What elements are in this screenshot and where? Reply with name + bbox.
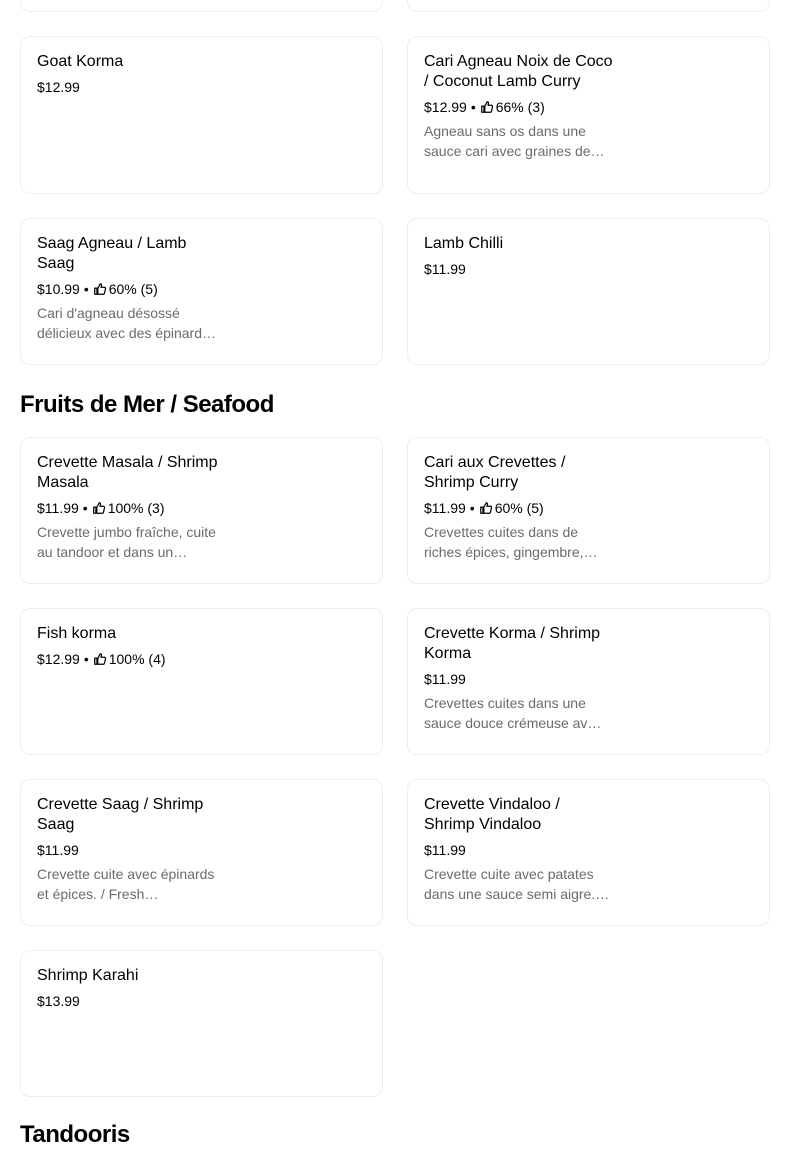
item-meta: $11.99	[424, 259, 753, 279]
item-price: $13.99	[37, 993, 80, 1009]
menu-item-shrimp-saag[interactable]: Crevette Saag / Shrimp Saag $11.99 Creve…	[20, 779, 383, 926]
thumbs-up-icon	[93, 282, 107, 296]
thumbs-up-icon	[92, 501, 106, 515]
separator-dot: •	[83, 651, 89, 667]
thumbs-up-icon	[93, 652, 107, 666]
item-meta: $12.99 • 100% (4)	[37, 649, 366, 669]
item-price: $12.99	[37, 79, 80, 95]
item-name: Shrimp Karahi	[37, 967, 139, 984]
item-description: Crevette jumbo fraîche, cuite au tandoor…	[37, 524, 216, 560]
item-description: Crevette cuite avec patates dans une sau…	[424, 866, 610, 902]
item-rating: 100% (3)	[107, 500, 165, 516]
item-name: Fish korma	[37, 625, 117, 642]
item-description: Cari d'agneau désossé délicieux avec des…	[37, 305, 216, 341]
item-name: Crevette Vindaloo / Shrimp Vindaloo	[424, 796, 560, 833]
item-meta: $10.99 • 60% (5)	[37, 279, 366, 299]
menu-item-shrimp-karahi[interactable]: Shrimp Karahi $13.99	[20, 950, 383, 1097]
item-meta: $11.99 • 60% (5)	[424, 498, 753, 518]
item-price: $11.99	[37, 500, 79, 516]
item-rating: 60% (5)	[108, 281, 158, 297]
separator-dot: •	[82, 500, 88, 516]
menu-item-coconut-lamb-curry[interactable]: Cari Agneau Noix de Coco / Coconut Lamb …	[407, 36, 770, 194]
section-title-tandooris: Tandooris	[20, 1121, 130, 1148]
item-price: $11.99	[424, 671, 466, 687]
item-name: Crevette Saag / Shrimp Saag	[37, 796, 204, 833]
item-name: Cari Agneau Noix de Coco / Coconut Lamb …	[424, 53, 613, 90]
separator-dot: •	[83, 281, 89, 297]
separator-dot: •	[469, 500, 475, 516]
menu-item-shrimp-korma[interactable]: Crevette Korma / Shrimp Korma $11.99 Cre…	[407, 608, 770, 755]
menu-item-card[interactable]	[407, 0, 770, 12]
item-price: $10.99	[37, 281, 80, 297]
item-name: Crevette Korma / Shrimp Korma	[424, 625, 601, 662]
thumbs-up-icon	[480, 100, 494, 114]
menu-item-card[interactable]	[20, 0, 383, 12]
item-description: Agneau sans os dans une sauce cari avec …	[424, 123, 605, 159]
item-name: Cari aux Crevettes / Shrimp Curry	[424, 454, 566, 491]
item-price: $12.99	[37, 651, 80, 667]
menu-item-shrimp-vindaloo[interactable]: Crevette Vindaloo / Shrimp Vindaloo $11.…	[407, 779, 770, 926]
item-meta: $11.99	[424, 669, 753, 689]
menu-item-lamb-saag[interactable]: Saag Agneau / Lamb Saag $10.99 • 60% (5)…	[20, 218, 383, 365]
item-price: $11.99	[424, 500, 466, 516]
thumbs-up-icon	[479, 501, 493, 515]
item-description: Crevettes cuites dans de riches épices, …	[424, 524, 598, 560]
section-title-seafood: Fruits de Mer / Seafood	[20, 391, 274, 418]
item-price: $11.99	[37, 842, 79, 858]
menu-item-lamb-chilli[interactable]: Lamb Chilli $11.99	[407, 218, 770, 365]
item-price: $12.99	[424, 99, 467, 115]
item-rating: 100% (4)	[108, 651, 166, 667]
menu-item-goat-korma[interactable]: Goat Korma $12.99	[20, 36, 383, 194]
item-meta: $11.99	[37, 840, 366, 860]
item-name: Saag Agneau / Lamb Saag	[37, 235, 187, 272]
item-meta: $12.99	[37, 77, 366, 97]
item-description: Crevettes cuites dans une sauce douce cr…	[424, 695, 602, 731]
menu-item-shrimp-masala[interactable]: Crevette Masala / Shrimp Masala $11.99 •…	[20, 437, 383, 584]
item-price: $11.99	[424, 842, 466, 858]
item-name: Goat Korma	[37, 53, 124, 70]
menu-item-shrimp-curry[interactable]: Cari aux Crevettes / Shrimp Curry $11.99…	[407, 437, 770, 584]
item-name: Crevette Masala / Shrimp Masala	[37, 454, 218, 491]
item-rating: 60% (5)	[494, 500, 544, 516]
item-meta: $12.99 • 66% (3)	[424, 97, 753, 117]
menu-item-fish-korma[interactable]: Fish korma $12.99 • 100% (4)	[20, 608, 383, 755]
item-description: Crevette cuite avec épinards et épices. …	[37, 866, 215, 902]
item-price: $11.99	[424, 261, 466, 277]
item-meta: $11.99	[424, 840, 753, 860]
item-meta: $11.99 • 100% (3)	[37, 498, 366, 518]
item-rating: 66% (3)	[495, 99, 545, 115]
item-meta: $13.99	[37, 991, 366, 1011]
separator-dot: •	[470, 99, 476, 115]
item-name: Lamb Chilli	[424, 235, 504, 252]
